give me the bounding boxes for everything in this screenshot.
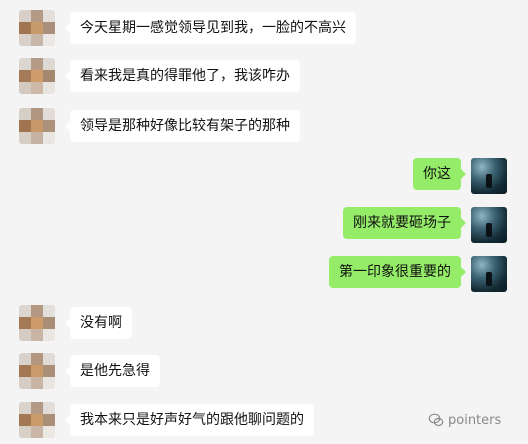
night-sky-icon xyxy=(471,256,507,292)
avatar[interactable] xyxy=(471,158,507,194)
avatar[interactable] xyxy=(19,108,55,144)
avatar[interactable] xyxy=(19,402,55,438)
message-bubble[interactable]: 今天星期一感觉领导见到我，一脸的不高兴 xyxy=(65,12,356,44)
message-bubble[interactable]: 领导是那种好像比较有架子的那种 xyxy=(65,110,300,142)
message-bubble[interactable]: 看来我是真的得罪他了，我该咋办 xyxy=(65,60,300,92)
avatar[interactable] xyxy=(471,207,507,243)
avatar[interactable] xyxy=(19,58,55,94)
avatar[interactable] xyxy=(19,305,55,341)
message-bubble[interactable]: 我本来只是好声好气的跟他聊问题的 xyxy=(65,404,314,436)
avatar[interactable] xyxy=(19,353,55,389)
avatar[interactable] xyxy=(471,256,507,292)
night-sky-icon xyxy=(471,158,507,194)
watermark: pointers xyxy=(428,412,501,428)
watermark-label: pointers xyxy=(448,412,502,428)
avatar[interactable] xyxy=(19,10,55,46)
message-bubble[interactable]: 刚来就要砸场子 xyxy=(343,207,466,239)
night-sky-icon xyxy=(471,207,507,243)
message-bubble[interactable]: 你这 xyxy=(413,158,466,190)
wechat-icon xyxy=(428,412,444,428)
message-bubble[interactable]: 第一印象很重要的 xyxy=(329,256,466,288)
message-bubble[interactable]: 是他先急得 xyxy=(65,355,160,387)
message-bubble[interactable]: 没有啊 xyxy=(65,307,132,339)
